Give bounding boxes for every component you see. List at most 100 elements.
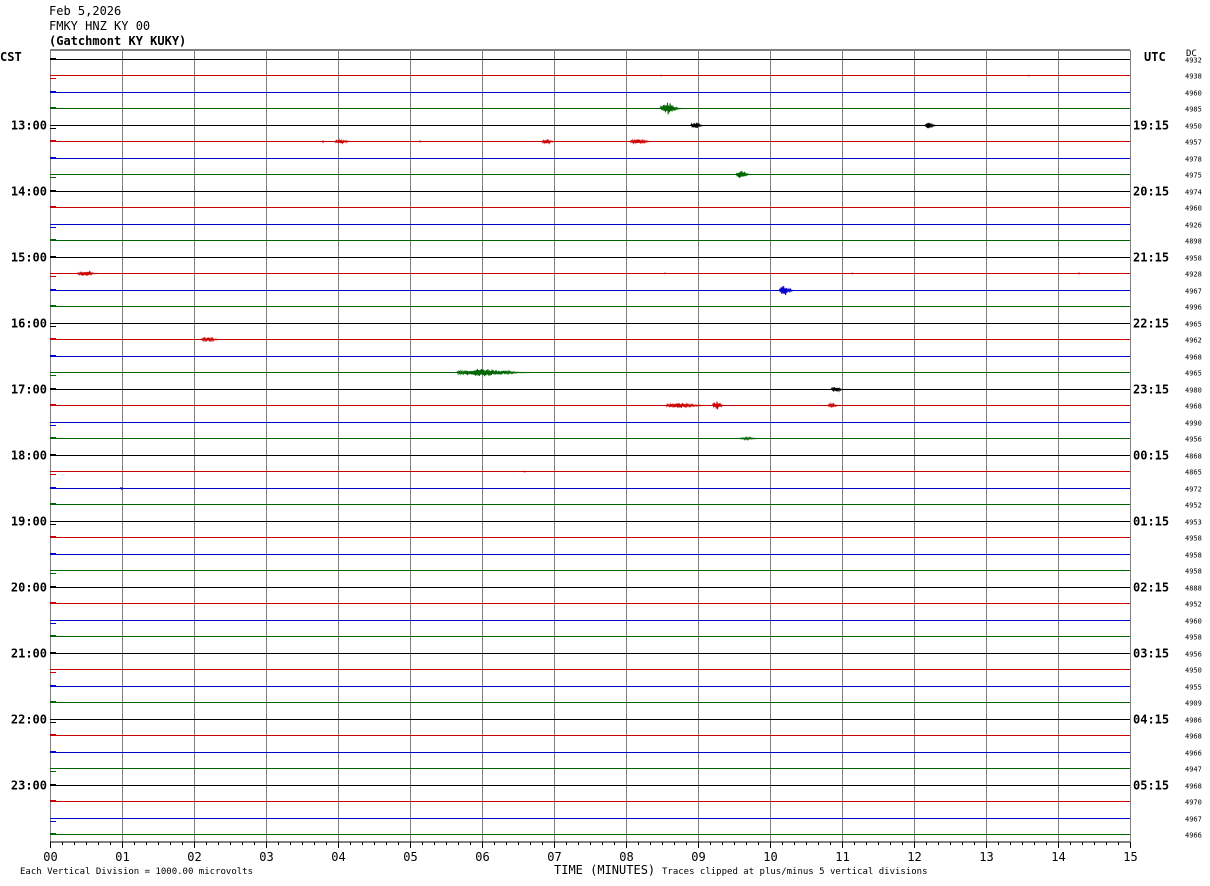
seismic-event: [924, 122, 940, 129]
dc-value: 4958: [1185, 535, 1202, 543]
dc-value: 4980: [1185, 387, 1202, 395]
seismic-event: [456, 368, 544, 377]
xaxis-title: TIME (MINUTES): [554, 863, 656, 877]
grid-layer: [50, 49, 1131, 848]
right-hour-label: 02:15: [1133, 581, 1169, 595]
left-hour-label: 17:00: [11, 383, 47, 397]
x-tick-label: 02: [187, 850, 201, 864]
dc-value: 4928: [1185, 271, 1202, 279]
dc-value: 4960: [1185, 205, 1202, 213]
dc-value: 4965: [1185, 321, 1202, 329]
seismic-event: [711, 401, 727, 410]
x-tick-label: 14: [1051, 850, 1065, 864]
event-layer: [76, 74, 1082, 491]
dc-value: 4968: [1185, 403, 1202, 411]
left-hour-label: 18:00: [11, 449, 47, 463]
right-hour-label: 21:15: [1133, 251, 1169, 265]
dc-value: 4967: [1185, 288, 1202, 296]
dc-value: 4958: [1185, 552, 1202, 560]
dc-value: 4952: [1185, 502, 1202, 510]
dc-value: 4958: [1185, 568, 1202, 576]
dc-value: 4985: [1185, 106, 1202, 114]
right-hour-label: 04:15: [1133, 713, 1169, 727]
label-layer: 00 01 02 03 04 05 06 07 08 09 10 11 12 13 14 1549324938…: [11, 57, 1202, 865]
dc-value: 4909: [1185, 700, 1202, 708]
seismic-event: [76, 270, 103, 277]
left-hour-label: 22:00: [11, 713, 47, 727]
seismic-event: [1077, 272, 1082, 275]
seismic-event: [663, 272, 668, 275]
dc-value: 4962: [1185, 337, 1202, 345]
left-axis-title: CST: [0, 50, 22, 64]
right-hour-label: 23:15: [1133, 383, 1169, 397]
scale-note: Each Vertical Division = 1000.00 microvo…: [20, 867, 253, 877]
dc-value: 4956: [1185, 436, 1202, 444]
seismic-event: [418, 140, 423, 143]
dc-value: 4967: [1185, 816, 1202, 824]
x-tick-label: 15: [1123, 850, 1137, 864]
x-tick-label: 00: [43, 850, 57, 864]
seismic-event: [1027, 74, 1031, 77]
seismic-event: [200, 336, 223, 343]
right-hour-label: 00:15: [1133, 449, 1169, 463]
right-axis-title: UTC: [1144, 50, 1166, 64]
seismic-event: [827, 401, 842, 409]
x-tick-label: 07: [547, 850, 561, 864]
x-tick-label: 09: [691, 850, 705, 864]
right-hour-label: 19:15: [1133, 119, 1169, 133]
header-location: (Gatchmont KY KUKY): [49, 34, 187, 48]
dc-value: 4968: [1185, 733, 1202, 741]
left-hour-label: 15:00: [11, 251, 47, 265]
seismic-event: [629, 138, 659, 145]
seismic-event: [321, 140, 326, 144]
trace-layer: [50, 58, 1130, 835]
dc-value: 4960: [1185, 618, 1202, 626]
x-tick-label: 05: [403, 850, 417, 864]
x-tick-label: 11: [835, 850, 849, 864]
clip-note: Traces clipped at plus/minus 5 vertical …: [662, 867, 928, 877]
dc-value: 4972: [1185, 486, 1202, 494]
dc-value: 4938: [1185, 73, 1202, 81]
x-tick-label: 01: [115, 850, 129, 864]
x-tick-label: 03: [259, 850, 273, 864]
dc-value: 4990: [1185, 420, 1202, 428]
dc-value: 4970: [1185, 799, 1202, 807]
dc-value: 4966: [1185, 832, 1202, 840]
helicorder-plot: 00 01 02 03 04 05 06 07 08 09 10 11 12 13 14 1549324938…: [11, 49, 1202, 865]
dc-value: 4926: [1185, 222, 1202, 230]
header-date: Feb 5,2026: [49, 4, 122, 18]
left-hour-label: 14:00: [11, 185, 47, 199]
left-hour-label: 16:00: [11, 317, 47, 331]
dc-value: 4960: [1185, 90, 1202, 98]
right-hour-label: 03:15: [1133, 647, 1169, 661]
right-hour-label: 20:15: [1133, 185, 1169, 199]
dc-value: 4958: [1185, 255, 1202, 263]
x-tick-label: 10: [763, 850, 777, 864]
dc-value: 4955: [1185, 684, 1202, 692]
seismic-event: [830, 386, 846, 393]
header-station: FMKY HNZ KY 00: [49, 19, 151, 33]
dc-value: 4968: [1185, 354, 1202, 362]
seismic-event: [523, 470, 527, 473]
x-tick-label: 04: [331, 850, 345, 864]
x-tick-label: 12: [907, 850, 921, 864]
right-hour-label: 05:15: [1133, 779, 1169, 793]
seismic-event: [850, 272, 855, 275]
dc-value: 4968: [1185, 783, 1202, 791]
dc-value: 4947: [1185, 766, 1202, 774]
left-hour-label: 23:00: [11, 779, 47, 793]
dc-value: 4868: [1185, 453, 1202, 461]
dc-value: 4888: [1185, 585, 1202, 593]
seismic-event: [735, 170, 754, 179]
seismic-event: [778, 285, 797, 295]
dc-value: 4950: [1185, 667, 1202, 675]
right-hour-label: 01:15: [1133, 515, 1169, 529]
dc-value: 4952: [1185, 601, 1202, 609]
dc-value: 4978: [1185, 156, 1202, 164]
dc-value: 4956: [1185, 651, 1202, 659]
dc-value: 4953: [1185, 519, 1202, 527]
x-tick-label: 13: [979, 850, 993, 864]
dc-value: 4966: [1185, 750, 1202, 758]
seismic-event: [665, 402, 716, 409]
right-hour-label: 22:15: [1133, 317, 1169, 331]
